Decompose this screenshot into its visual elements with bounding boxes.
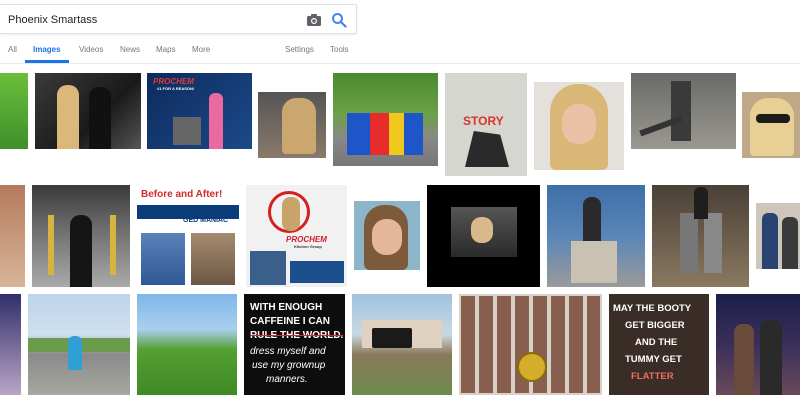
image-result[interactable] bbox=[28, 294, 130, 395]
image-caption: PROCHEM bbox=[153, 77, 194, 86]
image-caption: dress myself and bbox=[250, 346, 326, 357]
image-result[interactable] bbox=[35, 73, 141, 149]
image-caption: CAFFEINE I CAN bbox=[250, 316, 330, 327]
image-caption: WITH ENOUGH bbox=[250, 302, 323, 313]
search-tabs: All Images Videos News Maps More Setting… bbox=[0, 38, 800, 64]
image-caption: Before and After! bbox=[141, 189, 223, 200]
image-caption: FLATTER bbox=[631, 371, 674, 382]
image-result[interactable] bbox=[354, 201, 420, 270]
image-caption: AND THE bbox=[635, 337, 678, 348]
camera-icon[interactable] bbox=[306, 12, 322, 28]
image-result[interactable]: Before and After! GED MANIAC bbox=[137, 185, 239, 287]
search-icon[interactable] bbox=[331, 12, 347, 28]
image-result[interactable]: PROCHEM #1 FOR A REASON! bbox=[147, 73, 252, 149]
search-box bbox=[0, 4, 357, 34]
tab-news[interactable]: News bbox=[120, 45, 140, 54]
image-caption: TUMMY GET bbox=[625, 354, 682, 365]
image-result[interactable] bbox=[352, 294, 452, 395]
image-result[interactable] bbox=[258, 92, 326, 158]
image-caption: manners. bbox=[266, 374, 308, 385]
image-caption: STORY bbox=[463, 114, 504, 128]
image-caption: GED MANIAC bbox=[183, 217, 229, 224]
image-result[interactable]: STORY bbox=[445, 73, 527, 176]
image-caption: GET BIGGER bbox=[625, 320, 685, 331]
image-result[interactable] bbox=[427, 185, 540, 287]
tab-tools[interactable]: Tools bbox=[330, 45, 349, 54]
image-result[interactable] bbox=[652, 185, 749, 287]
image-caption: use my grownup bbox=[252, 360, 326, 371]
image-result[interactable] bbox=[0, 294, 21, 395]
image-result[interactable] bbox=[333, 73, 438, 166]
active-tab-indicator bbox=[25, 60, 69, 63]
image-result[interactable]: MAY THE BOOTY GET BIGGER AND THE TUMMY G… bbox=[609, 294, 709, 395]
tab-more[interactable]: More bbox=[192, 45, 210, 54]
image-result[interactable] bbox=[32, 185, 130, 287]
image-result[interactable] bbox=[716, 294, 800, 395]
search-input[interactable] bbox=[8, 11, 288, 29]
image-result[interactable]: WITH ENOUGH CAFFEINE I CAN RULE THE WORL… bbox=[244, 294, 345, 395]
image-result[interactable] bbox=[547, 185, 645, 287]
tab-maps[interactable]: Maps bbox=[156, 45, 176, 54]
image-result[interactable] bbox=[742, 92, 800, 158]
image-caption: PROCHEM bbox=[286, 235, 327, 244]
image-results-grid: PROCHEM #1 FOR A REASON! STORY Before an… bbox=[0, 64, 800, 400]
image-result[interactable] bbox=[0, 185, 25, 287]
image-caption: MAY THE BOOTY bbox=[613, 303, 692, 314]
tab-videos[interactable]: Videos bbox=[79, 45, 103, 54]
image-result[interactable]: PROCHEM Kitchen Group bbox=[246, 185, 347, 287]
image-result[interactable] bbox=[756, 203, 800, 269]
image-result[interactable] bbox=[631, 73, 736, 149]
image-result[interactable] bbox=[534, 82, 624, 170]
tab-settings[interactable]: Settings bbox=[285, 45, 314, 54]
image-result[interactable] bbox=[137, 294, 237, 395]
image-caption: Kitchen Group bbox=[294, 244, 322, 249]
image-caption: RULE THE WORLD. bbox=[250, 330, 344, 341]
image-caption: #1 FOR A REASON! bbox=[157, 86, 195, 91]
image-result[interactable] bbox=[0, 73, 28, 149]
image-result[interactable] bbox=[459, 294, 602, 395]
tab-all[interactable]: All bbox=[8, 45, 17, 54]
tab-images[interactable]: Images bbox=[33, 45, 61, 54]
